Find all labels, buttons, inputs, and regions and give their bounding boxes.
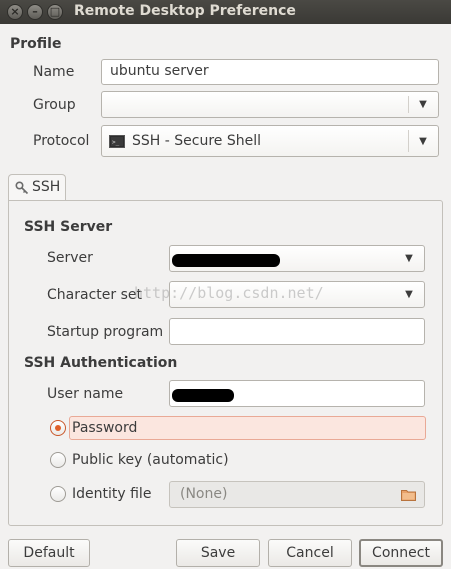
redacted-username-value: [172, 389, 234, 402]
title-bar: × – □ Remote Desktop Preference: [0, 0, 451, 24]
save-button[interactable]: Save: [176, 539, 260, 567]
default-button[interactable]: Default: [8, 539, 90, 567]
radio-selected-dot: [55, 425, 61, 431]
window-title: Remote Desktop Preference: [74, 3, 296, 19]
connect-button[interactable]: Connect: [359, 539, 443, 567]
watermark-text: http://blog.csdn.net/: [134, 284, 324, 302]
password-radio-label[interactable]: Password: [72, 420, 137, 436]
chevron-down-icon: ▼: [419, 135, 427, 147]
server-label: Server: [47, 250, 93, 266]
startup-program-label: Startup program: [47, 324, 164, 340]
key-icon: [15, 181, 29, 195]
redacted-server-value: [172, 254, 280, 267]
chevron-down-icon: ▼: [419, 99, 427, 110]
tab-ssh[interactable]: SSH: [8, 174, 66, 201]
cancel-button[interactable]: Cancel: [268, 539, 352, 567]
terminal-icon: >_: [109, 135, 125, 148]
maximize-icon[interactable]: □: [47, 4, 63, 20]
close-icon[interactable]: ×: [7, 4, 23, 20]
minimize-icon[interactable]: –: [27, 4, 43, 20]
identity-file-radio[interactable]: [50, 486, 66, 502]
username-label: User name: [47, 386, 124, 402]
charset-label: Character set: [47, 287, 142, 303]
chevron-down-icon: ▼: [405, 253, 413, 264]
startup-program-input[interactable]: [169, 318, 425, 345]
tab-ssh-label: SSH: [32, 179, 61, 195]
folder-icon: [401, 490, 416, 501]
identity-file-value: (None): [180, 486, 228, 502]
name-label: Name: [33, 64, 75, 80]
ssh-auth-section-title: SSH Authentication: [24, 355, 178, 371]
protocol-combobox[interactable]: >_ SSH - Secure Shell ▼: [101, 125, 439, 157]
identity-file-chooser[interactable]: (None): [169, 481, 425, 508]
name-input-value: ubuntu server: [110, 63, 209, 79]
ssh-server-section-title: SSH Server: [24, 219, 113, 235]
public-key-radio-label[interactable]: Public key (automatic): [72, 452, 229, 468]
profile-section-title: Profile: [10, 36, 62, 52]
chevron-down-icon: ▼: [405, 289, 413, 300]
username-input[interactable]: [169, 380, 425, 407]
server-combobox[interactable]: ▼: [169, 245, 425, 272]
public-key-radio[interactable]: [50, 452, 66, 468]
group-label: Group: [33, 97, 76, 113]
identity-file-radio-label[interactable]: Identity file: [72, 486, 151, 502]
password-radio[interactable]: [50, 420, 66, 436]
group-combobox[interactable]: ▼: [101, 91, 439, 118]
name-input[interactable]: ubuntu server: [101, 59, 439, 85]
protocol-combobox-value: SSH - Secure Shell: [132, 133, 261, 149]
svg-text:>_: >_: [112, 139, 120, 146]
protocol-label: Protocol: [33, 133, 90, 149]
